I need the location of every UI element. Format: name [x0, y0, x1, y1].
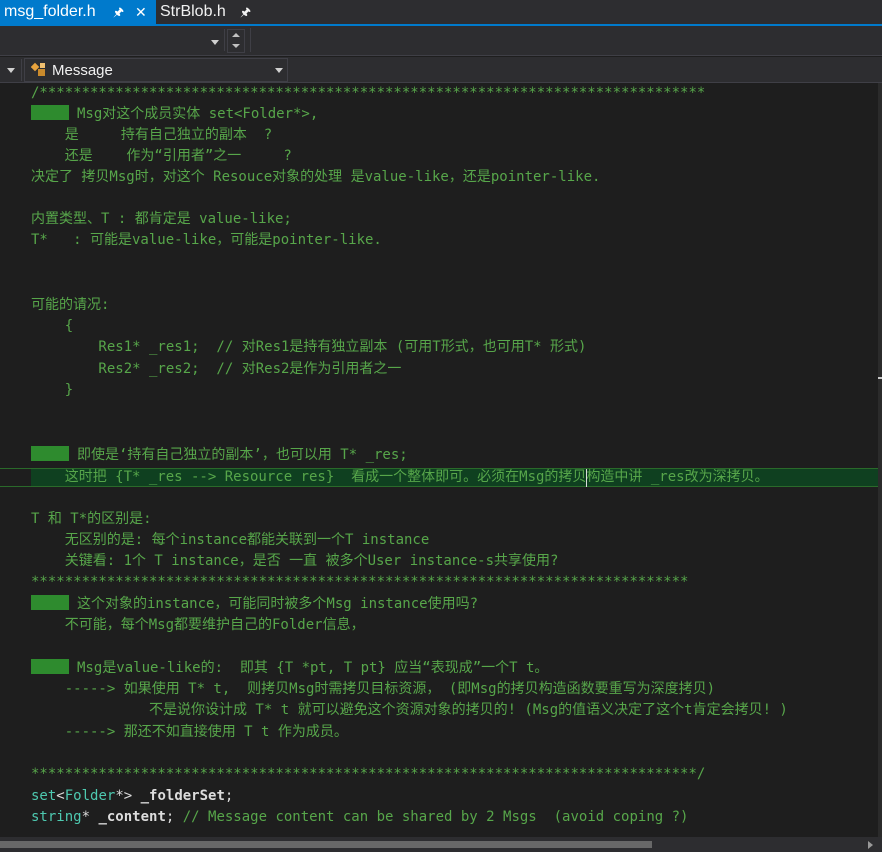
vertical-scrollbar[interactable]: [878, 83, 882, 837]
punctuation: *: [81, 809, 99, 825]
code-line: -----> 那还不如直接使用 T t 作为成员。: [31, 724, 348, 740]
code-line: -----> 如果使用 T* t, 则拷贝Msg时需拷贝目标资源， (即Msg的…: [31, 681, 716, 697]
code-line: T* : 可能是value-like，可能是pointer-like.: [31, 232, 382, 248]
member-dropdown-value: Message: [52, 62, 113, 79]
chevron-up-icon[interactable]: [232, 33, 240, 37]
type-keyword: Folder: [64, 788, 116, 804]
code-line-text: Msg是value-like的: 即其 {T *pt, T pt} 应当“表现成…: [77, 660, 549, 676]
tab-strblob-h[interactable]: StrBlob.h 🖈︎: [156, 0, 256, 24]
code-line: Msg是value-like的: 即其 {T *pt, T pt} 应当“表现成…: [31, 658, 548, 679]
horizontal-scrollbar[interactable]: [0, 837, 882, 852]
chevron-down-icon: [275, 68, 283, 73]
code-line: 关键看: 1个 T instance，是否 一直 被多个User instanc…: [31, 553, 559, 569]
project-dropdown[interactable]: [0, 59, 22, 81]
type-keyword: string: [31, 809, 82, 825]
bookmark-highlight: [31, 105, 69, 120]
code-line: Res1* _res1; // 对Res1是持有独立副本 (可用T形式，也可用T…: [31, 339, 587, 355]
chevron-down-icon: [7, 68, 15, 73]
document-tab-strip: msg_folder.h 🖈︎ ✕ StrBlob.h 🖈︎: [0, 0, 882, 26]
code-line: 可能的请况:: [31, 297, 110, 313]
code-line: ****************************************…: [31, 766, 706, 782]
member-identifier: _folderSet: [140, 788, 225, 804]
bookmark-highlight: [31, 595, 69, 610]
code-line: 是 持有自己独立的副本 ?: [31, 127, 273, 143]
type-keyword: set: [31, 788, 57, 804]
code-line: 无区别的是: 每个instance都能关联到一个T instance: [31, 532, 430, 548]
code-line: 这个对象的instance，可能同时被多个Msg instance使用吗?: [31, 594, 478, 615]
code-line: /***************************************…: [31, 85, 706, 101]
member-identifier: _content: [98, 809, 166, 825]
chevron-down-icon[interactable]: [232, 44, 240, 48]
code-line: T 和 T*的区别是:: [31, 511, 152, 527]
code-line: 不是说你设计成 T* t 就可以避免这个资源对象的拷贝的! (Msg的值语义决定…: [31, 702, 788, 718]
code-line-declaration: set<Folder*> _folderSet;: [31, 786, 233, 807]
pin-icon[interactable]: 🖈︎: [113, 0, 124, 24]
code-line: ****************************************…: [31, 574, 689, 590]
chevron-down-icon: [211, 40, 219, 45]
text-caret: [586, 469, 587, 487]
code-editor[interactable]: /***************************************…: [0, 83, 878, 837]
member-dropdown[interactable]: Message: [24, 58, 288, 82]
scope-dropdown[interactable]: [0, 29, 225, 51]
punctuation: ;: [165, 809, 183, 825]
code-line: 内置类型、T : 都肯定是 value-like;: [31, 211, 292, 227]
code-line-text: 即使是‘持有自己独立的副本’，也可以用 T* _res;: [77, 447, 408, 463]
inline-comment: // Message content can be shared by 2 Ms…: [182, 809, 689, 825]
scrollbar-marker: [878, 377, 882, 379]
code-line: 决定了 拷贝Msg时，对这个 Resouce对象的处理 是value-like，…: [31, 169, 601, 185]
code-line: Msg对这个成员实体 set<Folder*>,: [31, 104, 318, 125]
code-line: {: [31, 318, 74, 334]
class-icon: [31, 62, 45, 76]
chevron-right-icon[interactable]: [868, 841, 873, 849]
tab-label: msg_folder.h: [4, 3, 96, 20]
tab-label: StrBlob.h: [160, 3, 226, 20]
toolbar-divider: [250, 28, 251, 52]
pin-icon[interactable]: 🖈︎: [240, 0, 251, 24]
bookmark-highlight: [31, 659, 69, 674]
code-line-current: 这时把 {T* _res --> Resource res} 看成一个整体即可。…: [31, 469, 769, 485]
punctuation: *>: [115, 788, 141, 804]
editor-toolbar: [0, 26, 882, 56]
close-icon[interactable]: ✕: [135, 0, 147, 24]
code-line: Res2* _res2; // 对Res2是作为引用者之一: [31, 361, 402, 377]
code-line: 还是 作为“引用者”之一 ?: [31, 148, 292, 164]
punctuation: <: [56, 788, 65, 804]
scroll-spinner[interactable]: [227, 29, 245, 53]
code-line-text: 这个对象的instance，可能同时被多个Msg instance使用吗?: [77, 596, 479, 612]
punctuation: ;: [224, 788, 234, 804]
code-line-declaration: string* _content; // Message content can…: [31, 807, 688, 828]
tab-msg-folder-h[interactable]: msg_folder.h 🖈︎ ✕: [0, 0, 156, 24]
scrollbar-thumb[interactable]: [0, 841, 652, 848]
code-line: 不可能，每个Msg都要维护自己的Folder信息，: [31, 617, 365, 633]
code-line: }: [31, 382, 74, 398]
navigation-bar: Message: [0, 57, 882, 83]
code-line-text: Msg对这个成员实体 set<Folder*>,: [77, 106, 319, 122]
code-line: 即使是‘持有自己独立的副本’，也可以用 T* _res;: [31, 445, 408, 466]
bookmark-highlight: [31, 446, 69, 461]
